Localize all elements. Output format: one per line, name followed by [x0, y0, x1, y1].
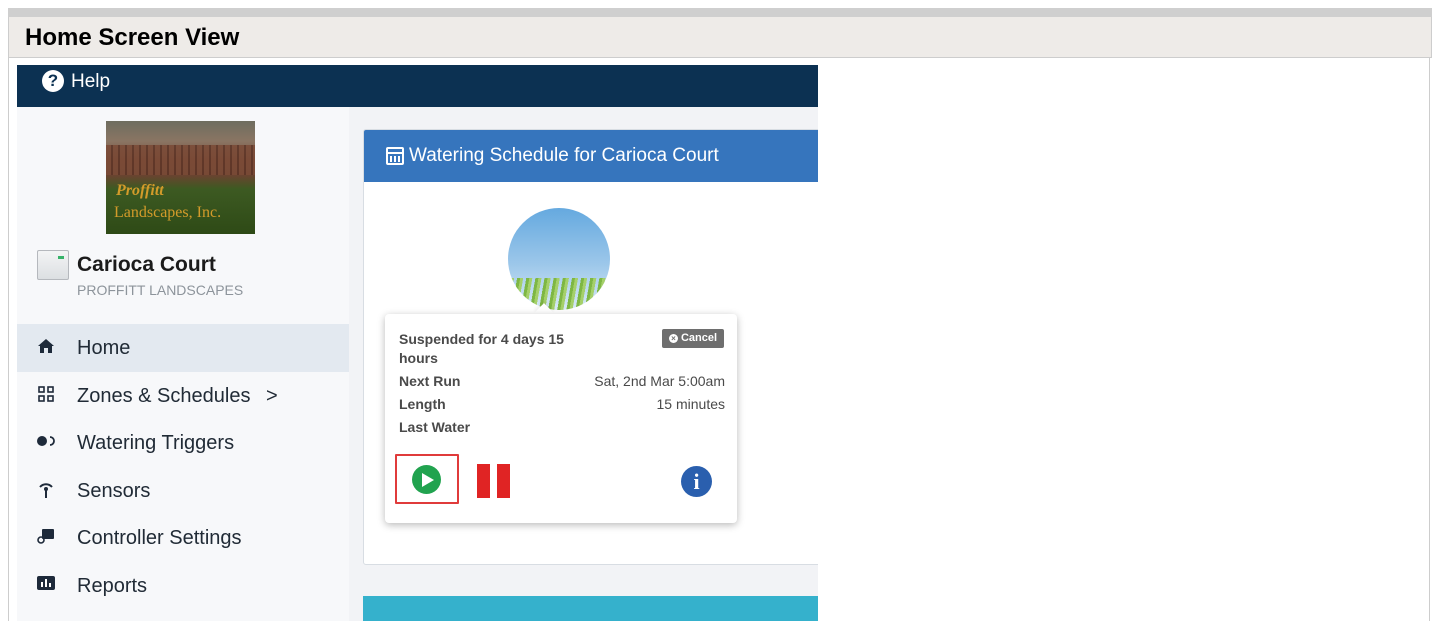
antenna-icon: [37, 481, 55, 503]
top-strip: [8, 8, 1432, 17]
calendar-icon: [386, 147, 404, 165]
logo-fence-graphic: [106, 145, 255, 175]
close-circle-icon: ×: [668, 334, 678, 343]
sidebar-item-label: Watering Triggers: [77, 432, 235, 454]
cancel-suspend-button[interactable]: × Cancel: [662, 329, 724, 348]
sidebar-item-sensors[interactable]: Sensors: [17, 467, 349, 515]
question-circle-icon[interactable]: ?: [42, 70, 64, 92]
next-run-value: Sat, 2nd Mar 5:00am: [594, 373, 725, 389]
toggle-icon: [37, 433, 55, 451]
pause-bar-left: [477, 464, 490, 498]
sidebar-item-watering-triggers[interactable]: Watering Triggers: [17, 419, 349, 467]
card-title: Watering Schedule for Carioca Court: [409, 145, 719, 166]
sidebar-item-controller-settings[interactable]: Controller Settings: [17, 514, 349, 562]
help-link[interactable]: Help: [71, 71, 110, 93]
play-icon[interactable]: [412, 465, 441, 494]
pause-icon[interactable]: [477, 464, 511, 498]
controller-device-icon: [37, 250, 69, 280]
length-value: 15 minutes: [656, 396, 725, 412]
frame-border-left: [8, 57, 9, 621]
home-icon: [37, 338, 55, 358]
sidebar-item-zones-schedules[interactable]: Zones & Schedules >: [17, 372, 349, 420]
sidebar-item-label: Sensors: [77, 479, 151, 502]
frame-border-right: [1429, 57, 1430, 621]
cancel-label: Cancel: [680, 332, 718, 344]
company-logo: Proffitt Landscapes, Inc.: [106, 121, 255, 234]
logo-text-line1: Proffitt: [116, 182, 164, 199]
run-now-highlight: [395, 454, 459, 504]
doc-title: Home Screen View: [25, 24, 240, 51]
sidebar-item-label: Reports: [77, 574, 148, 597]
sidebar-item-reports[interactable]: Reports: [17, 562, 349, 610]
info-icon[interactable]: i: [681, 466, 712, 497]
sidebar: Proffitt Landscapes, Inc. Carioca Court …: [17, 107, 349, 621]
suspended-status: Suspended for 4 days 15 hours: [399, 331, 564, 366]
next-run-label: Next Run: [399, 373, 461, 389]
doc-header: Home Screen View: [8, 17, 1432, 58]
pause-bar-right: [497, 464, 510, 498]
controller-name: Carioca Court: [77, 253, 216, 276]
zones-grid-icon: [37, 385, 55, 406]
chevron-right-icon: >: [266, 384, 278, 407]
last-water-label: Last Water: [399, 419, 471, 435]
sidebar-item-label: Controller Settings: [77, 527, 242, 549]
sidebar-item-home[interactable]: Home: [17, 324, 349, 372]
top-bar: ? Help: [17, 65, 818, 107]
sidebar-nav: Home Zones & Schedules > Watering Trigge…: [17, 324, 349, 609]
card-header: Watering Schedule for Carioca Court: [364, 130, 818, 182]
weather-grass-image: [508, 208, 610, 310]
next-card-header: [363, 596, 818, 621]
schedule-status-popup: Suspended for 4 days 15 hours × Cancel Ne…: [385, 314, 737, 523]
company-name: PROFFITT LANDSCAPES: [77, 282, 244, 298]
controller-icon: [37, 528, 55, 548]
bar-chart-icon: [37, 575, 55, 594]
sidebar-item-label: Home: [77, 337, 131, 359]
length-label: Length: [399, 396, 446, 412]
logo-text-line2: Landscapes, Inc.: [114, 204, 222, 221]
sidebar-item-label: Zones & Schedules: [77, 384, 251, 407]
grass-graphic: [508, 278, 610, 310]
